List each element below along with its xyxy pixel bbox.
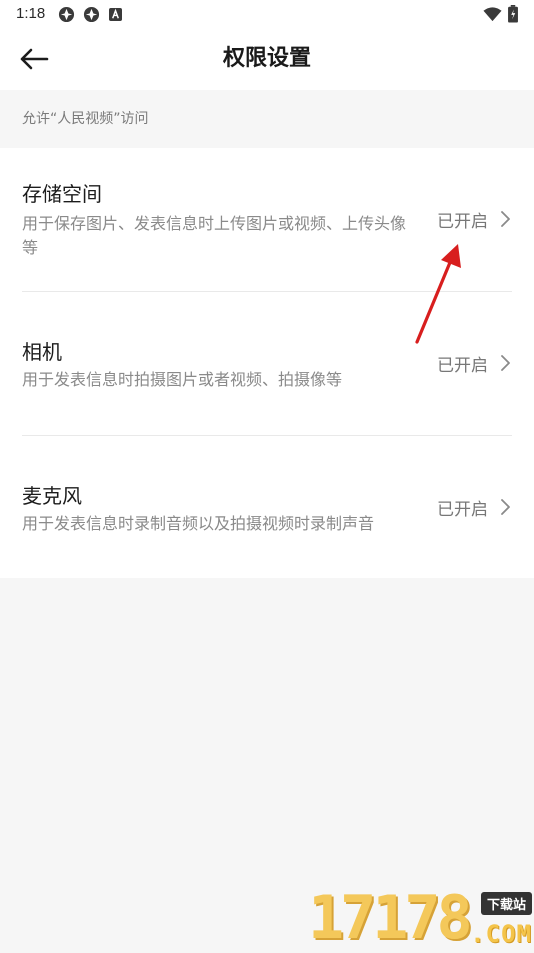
permission-title: 相机: [22, 340, 62, 364]
watermark-logo: 17178 下载站 .COM: [308, 886, 534, 950]
permission-row-storage[interactable]: 存储空间 用于保存图片、发表信息时上传图片或视频、上传头像等 已开启: [0, 148, 534, 291]
back-button[interactable]: [14, 40, 54, 78]
permission-list: 存储空间 用于保存图片、发表信息时上传图片或视频、上传头像等 已开启 相机 用于…: [0, 148, 534, 578]
arrow-left-icon: [20, 48, 49, 70]
status-bar: 1:18: [0, 0, 534, 28]
a-notification-icon: [109, 8, 122, 21]
permission-description: 用于发表信息时拍摄图片或者视频、拍摄像等: [22, 370, 343, 389]
permission-description: 用于保存图片、发表信息时上传图片或视频、上传头像等: [22, 214, 407, 257]
permission-title: 存储空间: [22, 182, 102, 206]
page-title: 权限设置: [222, 46, 311, 71]
permission-description: 用于发表信息时录制音频以及拍摄视频时录制声音: [22, 514, 375, 533]
section-caption: 允许“人民视频”访问: [22, 111, 149, 127]
chevron-right-icon: [501, 499, 510, 515]
watermark-digits: 17178: [308, 883, 473, 953]
permission-row-microphone[interactable]: 麦克风 用于发表信息时录制音频以及拍摄视频时录制声音 已开启: [0, 436, 534, 578]
chevron-right-icon: [501, 355, 510, 371]
permission-row-camera[interactable]: 相机 用于发表信息时拍摄图片或者视频、拍摄像等 已开启: [0, 292, 534, 435]
permission-status: 已开启: [437, 356, 488, 376]
chevron-right-icon: [501, 211, 510, 227]
watermark-domain: .COM: [470, 920, 532, 948]
app-notification-icon: [58, 6, 75, 23]
permission-status: 已开启: [437, 500, 488, 520]
permission-title: 麦克风: [22, 484, 82, 508]
battery-icon: [508, 5, 518, 23]
wifi-icon: [483, 7, 502, 22]
status-time: 1:18: [16, 5, 46, 22]
app-notification-icon: [83, 6, 100, 23]
app-header: 权限设置: [0, 28, 534, 90]
watermark-tag: 下载站: [480, 892, 532, 915]
permission-status: 已开启: [437, 212, 488, 232]
